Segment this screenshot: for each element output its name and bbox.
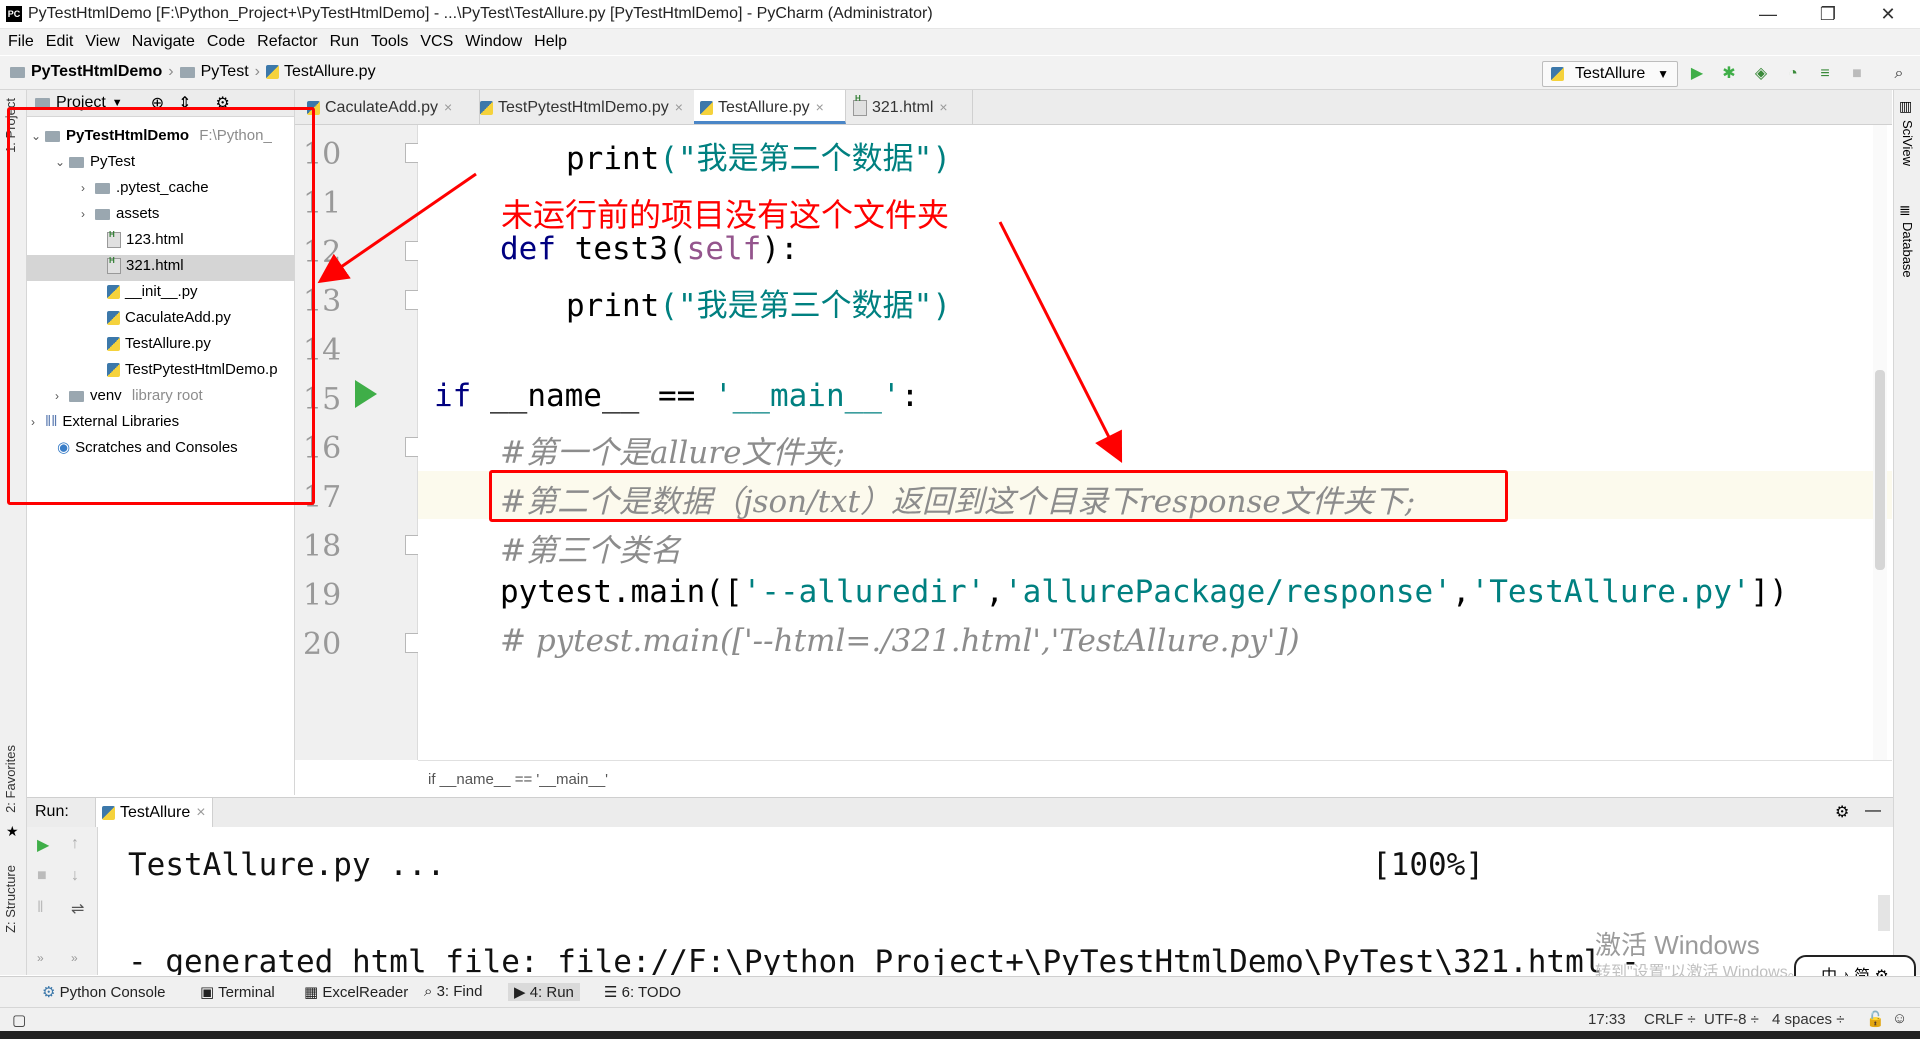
run-toolbar: ▶ ↑ ■ ↓ ‖ ⇌ » » xyxy=(27,827,98,975)
status-bar: ▢ 17:33 CRLF ÷ UTF-8 ÷ 4 spaces ÷ 🔓 ☺ xyxy=(0,1007,1920,1032)
more-icon[interactable]: » xyxy=(37,951,44,965)
indent-setting[interactable]: 4 spaces ÷ xyxy=(1772,1011,1844,1028)
arrow-up-icon[interactable]: ↑ xyxy=(71,835,79,853)
todo-tab[interactable]: ☰ 6: TODO xyxy=(604,983,681,1001)
sciview-icon: ▥ xyxy=(1899,98,1913,114)
excel-icon: ▦ xyxy=(304,984,323,1001)
database-tool-tab[interactable]: Database xyxy=(1900,222,1915,278)
editor-breadcrumb-item[interactable]: if __name__ == '__main__' xyxy=(428,771,608,788)
find-tab[interactable]: ⌕ 3: Find xyxy=(424,983,482,1000)
gear-icon[interactable]: ⚙ xyxy=(1835,802,1849,822)
close-icon[interactable]: × xyxy=(196,804,205,822)
arrow-down-icon[interactable]: ↓ xyxy=(71,867,79,885)
taskbar-edge xyxy=(0,1031,1920,1039)
python-icon: ⚙ xyxy=(42,984,60,1001)
annotation-arrow-right xyxy=(998,221,1123,464)
hide-panel-icon[interactable]: — xyxy=(1865,802,1881,820)
run-panel-header: Run: TestAllure × ⚙ — xyxy=(27,797,1893,828)
annotation-arrow-left xyxy=(317,172,477,284)
run-tab-testallure[interactable]: TestAllure × xyxy=(95,798,213,827)
run-tool-tab[interactable]: ▶ 4: Run xyxy=(508,983,580,1001)
caret-position[interactable]: 17:33 xyxy=(1588,1011,1626,1028)
terminal-tab[interactable]: ▣ Terminal xyxy=(200,983,275,1001)
excel-reader-tab[interactable]: ▦ ExcelReader xyxy=(304,983,408,1001)
output-percent: [100%] xyxy=(1372,847,1484,883)
run-label: Run: xyxy=(35,803,69,820)
python-console-tab[interactable]: ⚙ Python Console xyxy=(42,983,166,1001)
status-toggle-icon[interactable]: ▢ xyxy=(12,1011,26,1029)
windows-activation-watermark: 激活 Windows xyxy=(1595,930,1760,960)
soft-wrap-icon[interactable]: ⇌ xyxy=(71,899,84,919)
pause-icon[interactable]: ‖ xyxy=(37,899,44,917)
stop-icon[interactable]: ■ xyxy=(37,867,47,885)
terminal-icon: ▣ xyxy=(200,984,219,1001)
sciview-tool-tab[interactable]: SciView xyxy=(1900,120,1915,166)
database-icon: ≣ xyxy=(1899,202,1911,218)
rerun-icon[interactable]: ▶ xyxy=(37,835,49,855)
file-encoding[interactable]: UTF-8 ÷ xyxy=(1704,1011,1759,1028)
right-tool-strip: ▥ SciView ≣ Database xyxy=(1893,90,1920,975)
list-icon: ☰ xyxy=(604,984,622,1001)
output-line: - generated html file: file://F:\Python_… xyxy=(128,944,1640,975)
run-icon: ▶ xyxy=(514,984,530,1001)
more-icon[interactable]: » xyxy=(71,951,78,965)
output-line: TestAllure.py ... xyxy=(128,847,446,883)
search-icon: ⌕ xyxy=(424,983,437,1000)
editor-breadcrumb: if __name__ == '__main__' xyxy=(418,760,1892,793)
output-scrollbar[interactable] xyxy=(1878,895,1890,931)
inspector-icon[interactable]: ☺ xyxy=(1892,1010,1907,1027)
bottom-tool-tabs: ⚙ Python Console ▣ Terminal ▦ ExcelReade… xyxy=(0,976,1920,1007)
line-separator[interactable]: CRLF ÷ xyxy=(1644,1011,1696,1028)
lock-icon[interactable]: 🔓 xyxy=(1866,1010,1885,1028)
python-file-icon xyxy=(102,805,115,820)
